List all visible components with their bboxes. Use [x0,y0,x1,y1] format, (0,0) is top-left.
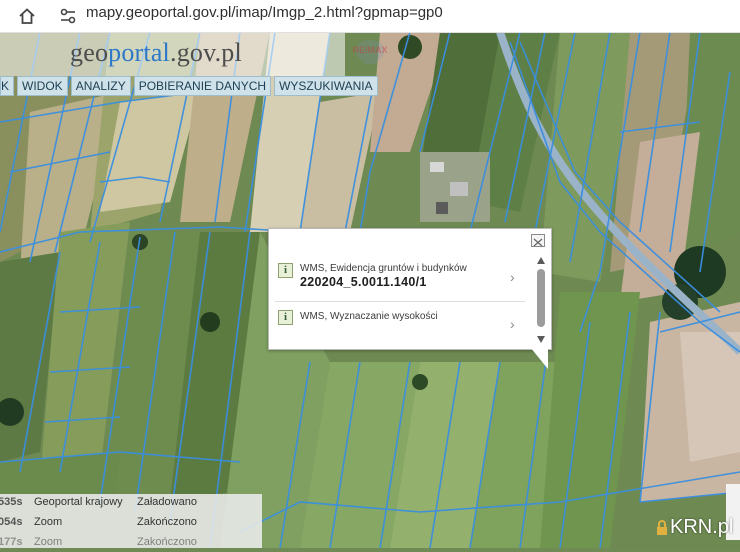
site-info-icon[interactable] [58,6,78,26]
log-row: 535s Geoportal krajowy Załadowano [0,494,262,512]
log-status: Zakończono [137,516,197,528]
popup-result-egib[interactable]: i WMS, Ewidencja gruntów i budynków 2202… [275,257,525,301]
logo-prefix: geo [70,38,109,67]
menu-item-k[interactable]: K [0,76,15,96]
lock-icon [657,520,667,535]
geoportal-logo[interactable]: geoportal.gov.pl [70,38,242,68]
logo-accent: portal [108,38,170,67]
popup-scrollbar[interactable] [535,255,547,347]
remax-watermark: RE/MAX [345,38,395,66]
layer-name: WMS, Ewidencja gruntów i budynków [300,263,467,274]
scroll-down-arrow-icon[interactable] [537,336,545,343]
log-time: 177s [0,536,23,548]
layer-name: WMS, Wyznaczanie wysokości [300,311,438,322]
menu-item-wyszukiwania[interactable]: WYSZUKIWANIA [274,76,378,96]
krn-text: KRN.pl [670,516,734,538]
log-time: 054s [0,516,23,528]
identify-popup: i WMS, Ewidencja gruntów i budynków 2202… [268,228,552,350]
geoportal-header: geoportal.gov.pl [0,32,345,76]
home-icon[interactable] [18,7,36,25]
main-menu: K WIDOK ANALIZY POBIERANIE DANYCH WYSZUK… [0,76,381,96]
chevron-right-icon[interactable]: › [510,269,515,285]
popup-pointer [530,347,548,369]
browser-address-bar: mapy.geoportal.gov.pl/imap/Imgp_2.html?g… [0,0,740,33]
url-field[interactable]: mapy.geoportal.gov.pl/imap/Imgp_2.html?g… [86,3,443,23]
krn-watermark: KRN.pl [652,514,740,544]
log-row: 177s Zoom Zakończono [0,534,262,552]
close-popup-button[interactable] [531,234,545,247]
log-source: Geoportal krajowy [34,496,123,508]
popup-result-height[interactable]: i WMS, Wyznaczanie wysokości › [275,301,525,346]
close-icon [533,238,543,247]
menu-item-pobieranie-danych[interactable]: POBIERANIE DANYCH [133,76,272,96]
log-source: Zoom [34,516,63,528]
log-source: Zoom [34,536,63,548]
info-icon: i [278,310,293,325]
logo-suffix: .gov.pl [170,38,242,67]
log-status: Zakończono [137,536,197,548]
parcel-id: 220204_5.0011.140/1 [300,275,427,289]
menu-item-widok[interactable]: WIDOK [17,76,68,96]
menu-item-analizy[interactable]: ANALIZY [70,76,131,96]
log-time: 535s [0,496,23,508]
log-status: Załadowano [137,496,197,508]
scroll-thumb[interactable] [537,269,545,327]
scroll-up-arrow-icon[interactable] [537,257,545,264]
chevron-right-icon[interactable]: › [510,316,515,332]
log-row: 054s Zoom Zakończono [0,514,262,532]
remax-text: RE/MAX [352,45,388,55]
info-icon: i [278,263,293,278]
status-log: 535s Geoportal krajowy Załadowano 054s Z… [0,494,262,548]
